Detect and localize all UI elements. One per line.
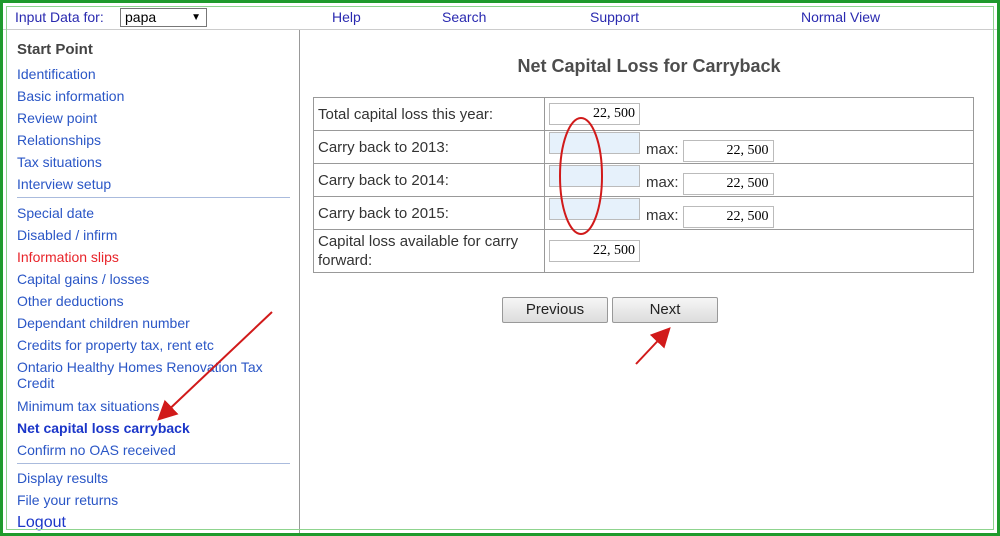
sidebar-item-review-point[interactable]: Review point	[17, 110, 282, 126]
table-row: Total capital loss this year: 22, 500	[313, 97, 974, 131]
sidebar-item-property-tax-credits[interactable]: Credits for property tax, rent etc	[17, 337, 282, 353]
row-label: Capital loss available for carry forward…	[313, 229, 545, 273]
sidebar-item-tax-situations[interactable]: Tax situations	[17, 154, 282, 170]
profile-select[interactable]: papa ▼	[120, 8, 207, 27]
sidebar-item-basic-information[interactable]: Basic information	[17, 88, 282, 104]
total-capital-loss-field: 22, 500	[549, 103, 640, 125]
max-label: max:	[646, 207, 679, 224]
sidebar-item-other-deductions[interactable]: Other deductions	[17, 293, 282, 309]
top-bar: Input Data for: papa ▼ Help Search Suppo…	[3, 3, 997, 30]
max-2013-field: 22, 500	[682, 140, 774, 162]
max-label: max:	[646, 141, 679, 158]
carryback-form-table: Total capital loss this year: 22, 500 Ca…	[313, 97, 974, 273]
max-2015-field: 22, 500	[682, 206, 774, 228]
sidebar-item-file-returns[interactable]: File your returns	[17, 492, 282, 508]
row-label: Carry back to 2014:	[313, 163, 545, 197]
table-row: Capital loss available for carry forward…	[313, 229, 974, 273]
main-content: Net Capital Loss for Carryback Total cap…	[301, 30, 997, 533]
previous-button[interactable]: Previous	[502, 297, 608, 323]
sidebar-divider	[17, 197, 290, 198]
support-link[interactable]: Support	[590, 9, 639, 25]
sidebar-item-capital-gains-losses[interactable]: Capital gains / losses	[17, 271, 282, 287]
sidebar-item-interview-setup[interactable]: Interview setup	[17, 176, 282, 192]
sidebar-item-display-results[interactable]: Display results	[17, 470, 282, 486]
sidebar-item-minimum-tax[interactable]: Minimum tax situations	[17, 398, 282, 414]
table-row: Carry back to 2014: max: 22, 500	[313, 163, 974, 197]
carry-back-2015-input[interactable]	[549, 198, 640, 220]
sidebar-item-dependant-children[interactable]: Dependant children number	[17, 315, 282, 331]
table-row: Carry back to 2013: max: 22, 500	[313, 130, 974, 164]
logout-link[interactable]: Logout	[17, 515, 282, 531]
profile-select-value: papa	[125, 9, 157, 25]
sidebar-item-start-point[interactable]: Start Point	[17, 42, 282, 58]
sidebar-item-confirm-no-oas[interactable]: Confirm no OAS received	[17, 442, 282, 458]
sidebar-item-disabled-infirm[interactable]: Disabled / infirm	[17, 227, 282, 243]
max-2014-field: 22, 500	[682, 173, 774, 195]
sidebar-item-special-date[interactable]: Special date	[17, 205, 282, 221]
page-title: Net Capital Loss for Carryback	[517, 56, 781, 76]
normal-view-link[interactable]: Normal View	[801, 9, 880, 25]
sidebar-item-net-capital-loss-carryback[interactable]: Net capital loss carryback	[17, 420, 282, 436]
input-data-label: Input Data for:	[15, 9, 104, 25]
row-label: Total capital loss this year:	[313, 97, 545, 131]
sidebar-item-information-slips[interactable]: Information slips	[17, 249, 282, 265]
next-button[interactable]: Next	[612, 297, 718, 323]
carry-back-2013-input[interactable]	[549, 132, 640, 154]
sidebar-nav: Start Point Identification Basic informa…	[3, 30, 300, 533]
sidebar-item-identification[interactable]: Identification	[17, 66, 282, 82]
sidebar-item-relationships[interactable]: Relationships	[17, 132, 282, 148]
carry-forward-field: 22, 500	[549, 240, 640, 262]
sidebar-divider	[17, 463, 290, 464]
table-row: Carry back to 2015: max: 22, 500	[313, 196, 974, 230]
search-link[interactable]: Search	[442, 9, 486, 25]
row-label: Carry back to 2013:	[313, 130, 545, 164]
help-link[interactable]: Help	[332, 9, 361, 25]
max-label: max:	[646, 174, 679, 191]
sidebar-item-ontario-renovation-credit[interactable]: Ontario Healthy Homes Renovation Tax Cre…	[17, 359, 282, 391]
chevron-down-icon: ▼	[191, 12, 201, 23]
carry-back-2014-input[interactable]	[549, 165, 640, 187]
row-label: Carry back to 2015:	[313, 196, 545, 230]
